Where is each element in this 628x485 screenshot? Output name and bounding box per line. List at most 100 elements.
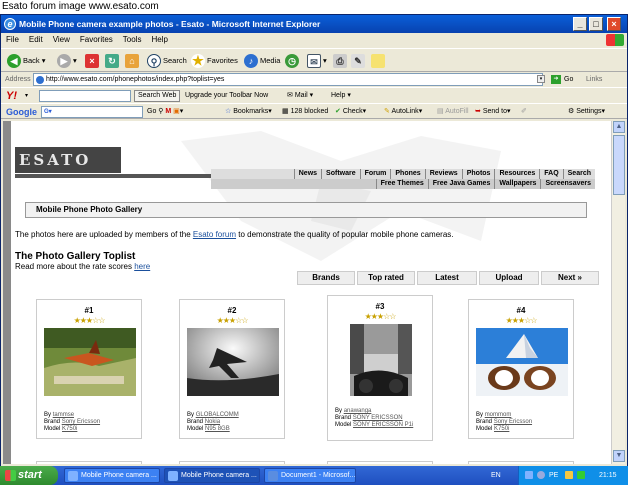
nav-link-news[interactable]: News [293, 169, 321, 179]
taskbar-item[interactable]: Document1 - Microsof... [264, 468, 356, 483]
yahoo-mail-button[interactable]: ✉ Mail ▾ [287, 88, 313, 104]
model-link[interactable]: K750i [494, 426, 509, 432]
bookmarks-button[interactable]: ☆ Bookmarks▾ [225, 104, 272, 120]
refresh-button[interactable]: ↻ [105, 52, 121, 70]
notes-icon [371, 54, 385, 69]
nav-link-free-themes[interactable]: Free Themes [375, 179, 428, 189]
yahoo-upgrade-link[interactable]: Upgrade your Toolbar Now [185, 88, 268, 104]
photo-thumbnail[interactable] [44, 328, 136, 396]
nav-link-screensavers[interactable]: Screensavers [540, 179, 595, 189]
esato-forum-link[interactable]: Esato forum [193, 230, 236, 239]
send-to-button[interactable]: ➥ Send to▾ [475, 104, 510, 120]
highlight-icon[interactable]: ✐ [521, 104, 527, 120]
user-link[interactable]: anawanga [344, 408, 372, 414]
rate-scores-link[interactable]: here [134, 262, 150, 271]
pe-indicator[interactable]: PE [549, 466, 558, 485]
nav-link-faq[interactable]: FAQ [539, 169, 562, 179]
brand-link[interactable]: Sony Ericsson [494, 419, 532, 425]
autolink-button[interactable]: ✎ AutoLink▾ [384, 104, 422, 120]
model-link[interactable]: SONY ERICSSON P1i [353, 422, 413, 428]
nav-link-photos[interactable]: Photos [461, 169, 495, 179]
brand-link[interactable]: Sony Ericsson [62, 419, 100, 425]
forward-button[interactable]: ▶ ▾ [57, 52, 77, 70]
photo-thumbnail[interactable] [476, 328, 568, 396]
yahoo-search-input[interactable] [39, 90, 131, 102]
model-link[interactable]: K750i [62, 426, 77, 432]
close-button[interactable]: × [607, 17, 621, 31]
menu-edit[interactable]: Edit [24, 33, 48, 47]
nav-link-forum[interactable]: Forum [359, 169, 391, 179]
nav-link-software[interactable]: Software [321, 169, 360, 179]
check-button[interactable]: ✔ Check▾ [335, 104, 366, 120]
edit-icon: ✎ [351, 54, 365, 69]
user-link[interactable]: tammse [53, 412, 74, 418]
go-arrow-icon[interactable]: ➜ [551, 75, 561, 84]
tab-upload[interactable]: Upload [479, 271, 539, 285]
esato-logo[interactable]: ESATO [15, 147, 121, 173]
nav-link-wallpapers[interactable]: Wallpapers [494, 179, 540, 189]
nav-link-resources[interactable]: Resources [494, 169, 539, 179]
search-button[interactable]: ⚲ Search [147, 52, 187, 70]
tray-security-icon[interactable] [577, 471, 585, 479]
links-label[interactable]: Links [586, 72, 602, 87]
google-go-button[interactable]: Go ⚲ M ▣▾ [147, 104, 183, 120]
tab-next[interactable]: Next » [541, 271, 599, 285]
yahoo-search-web-button[interactable]: Search Web [134, 90, 181, 102]
start-button[interactable]: start [0, 466, 58, 485]
popup-blocked-button[interactable]: ▦ 128 blocked [282, 104, 328, 120]
tray-network-icon[interactable] [525, 471, 533, 479]
favorites-button[interactable]: ★ Favorites [191, 52, 238, 70]
mail-button[interactable]: ✉ ▾ [307, 52, 327, 70]
address-dropdown-icon[interactable]: ▾ [537, 75, 545, 83]
nav-link-free-java-games[interactable]: Free Java Games [427, 179, 495, 189]
nav-link-phones[interactable]: Phones [390, 169, 424, 179]
menu-tools[interactable]: Tools [118, 33, 147, 47]
maximize-button[interactable]: □ [589, 17, 603, 31]
home-button[interactable]: ⌂ [125, 52, 141, 70]
rank-label: #4 [516, 306, 526, 315]
tab-latest[interactable]: Latest [417, 271, 477, 285]
settings-button[interactable]: ⚙ Settings▾ [568, 104, 605, 120]
edit-button[interactable]: ✎ [351, 52, 367, 70]
menu-view[interactable]: View [48, 33, 75, 47]
tray-volume-icon[interactable] [565, 471, 573, 479]
nav-link-reviews[interactable]: Reviews [424, 169, 462, 179]
user-link[interactable]: GLOBALCOMM [196, 412, 239, 418]
history-button[interactable]: ◷ [285, 52, 301, 70]
scroll-up-icon[interactable]: ▲ [613, 121, 625, 133]
google-logo[interactable]: Google [6, 104, 37, 120]
photo-thumbnail[interactable] [350, 324, 412, 396]
taskbar-item[interactable]: Mobile Phone camera ... [64, 468, 160, 483]
brand-link[interactable]: SONY ERICSSON [353, 415, 403, 421]
taskbar-item-active[interactable]: Mobile Phone camera ... [164, 468, 260, 483]
google-search-input[interactable]: G▾ [41, 106, 143, 118]
tab-brands[interactable]: Brands [297, 271, 355, 285]
autofill-button[interactable]: ▤ AutoFill [437, 104, 469, 120]
menu-favorites[interactable]: Favorites [75, 33, 118, 47]
menu-file[interactable]: File [1, 33, 24, 47]
scroll-thumb[interactable] [613, 135, 625, 195]
stop-button[interactable]: × [85, 52, 101, 70]
vertical-scrollbar[interactable]: ▲ ▼ [611, 121, 625, 464]
yahoo-help-button[interactable]: Help ▾ [331, 88, 351, 104]
menu-help[interactable]: Help [146, 33, 172, 47]
brand-link[interactable]: Nokia [205, 419, 220, 425]
minimize-button[interactable]: _ [573, 17, 587, 31]
yahoo-logo-icon[interactable]: Y! [6, 89, 17, 103]
photo-thumbnail[interactable] [187, 328, 279, 396]
address-input[interactable]: http://www.esato.com/phonephotos/index.p… [33, 73, 543, 86]
language-indicator[interactable]: EN [491, 466, 501, 485]
media-button[interactable]: ♪ Media [244, 52, 280, 70]
nav-link-search[interactable]: Search [562, 169, 595, 179]
scroll-down-icon[interactable]: ▼ [613, 450, 625, 462]
model-link[interactable]: N95 8GB [205, 426, 230, 432]
go-button[interactable]: Go [564, 72, 573, 87]
rank-label: #1 [84, 306, 94, 315]
back-button[interactable]: ◀ Back ▾ [7, 52, 46, 70]
notes-button[interactable] [371, 52, 387, 70]
tray-app-icon[interactable] [537, 471, 545, 479]
print-button[interactable]: ⎙ [333, 52, 349, 70]
yahoo-menu-icon[interactable]: ▾ [25, 88, 28, 104]
tab-top-rated[interactable]: Top rated [357, 271, 415, 285]
user-link[interactable]: mommom [485, 412, 512, 418]
